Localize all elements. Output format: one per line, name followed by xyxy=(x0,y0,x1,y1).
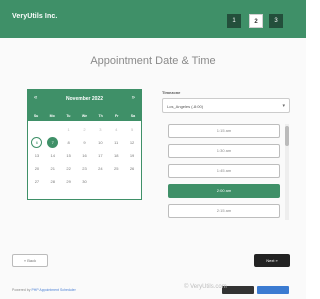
calendar-day-empty xyxy=(47,124,58,135)
footer-credit: Powered by PHP Appointment Scheduler xyxy=(12,288,76,292)
time-slot-scrollbar[interactable] xyxy=(285,124,289,220)
timezone-label: Timezone xyxy=(162,90,181,95)
calendar-days-grid: 1 2 3 4 5 6 7 8 9 10 11 12 13 14 15 16 17 18 19 20 21 22 23 24 2… xyxy=(28,121,141,188)
calendar-day[interactable]: 29 xyxy=(63,176,74,187)
time-slot-button[interactable]: 1:45 am xyxy=(168,164,280,178)
time-slot-button[interactable]: 2:15 am xyxy=(168,204,280,218)
calendar-day[interactable]: 1 xyxy=(63,124,74,135)
chevron-down-icon: ▾ xyxy=(282,103,285,109)
calendar-day[interactable]: 3 xyxy=(95,124,106,135)
calendar-day[interactable]: 22 xyxy=(63,163,74,174)
step-3-indicator[interactable]: 3 xyxy=(269,14,283,28)
calendar-day[interactable]: 9 xyxy=(79,137,90,148)
footer-prefix: Powered by xyxy=(12,288,31,292)
calendar-day[interactable]: 10 xyxy=(95,137,106,148)
time-slot-button[interactable]: 1:30 am xyxy=(168,144,280,158)
footer-badge-blue[interactable] xyxy=(257,286,289,294)
app-logo[interactable]: VeryUtils Inc. xyxy=(12,13,57,20)
calendar-day[interactable]: 12 xyxy=(127,137,138,148)
next-month-icon[interactable]: » xyxy=(132,94,135,102)
calendar-day[interactable]: 30 xyxy=(79,176,90,187)
calendar-day[interactable]: 24 xyxy=(95,163,106,174)
step-2-indicator[interactable]: 2 xyxy=(249,14,263,28)
footer-brand-link[interactable]: PHP Appointment Scheduler xyxy=(31,288,75,292)
date-picker-calendar: « November 2022 » Su Mo Tu We Th Fr Sa 1… xyxy=(27,89,142,200)
calendar-day[interactable]: 7 xyxy=(47,137,59,148)
calendar-day[interactable]: 8 xyxy=(63,137,74,148)
weekday-label: Su xyxy=(33,113,39,118)
page-title: Appointment Date & Time xyxy=(90,55,216,67)
calendar-day[interactable]: 21 xyxy=(47,163,58,174)
calendar-day[interactable]: 14 xyxy=(47,150,58,161)
header-bar: VeryUtils Inc. 1 2 3 xyxy=(0,0,306,38)
time-slot-button[interactable]: 2:00 am xyxy=(168,184,280,198)
calendar-day[interactable]: 5 xyxy=(127,124,138,135)
weekday-label: Sa xyxy=(130,113,136,118)
weekday-label: Fr xyxy=(115,113,119,118)
calendar-day[interactable]: 27 xyxy=(31,176,42,187)
timezone-select[interactable]: Los_Angeles (-8:00) ▾ xyxy=(162,98,290,113)
booking-page: VeryUtils Inc. 1 2 3 Appointment Date & … xyxy=(0,0,306,299)
calendar-day[interactable]: 13 xyxy=(31,150,42,161)
watermark: © VeryUtils.com xyxy=(184,284,227,290)
time-slot-button[interactable]: 1:15 am xyxy=(168,124,280,138)
timezone-value: Los_Angeles (-8:00) xyxy=(167,104,204,109)
step-1-indicator[interactable]: 1 xyxy=(227,14,241,28)
scrollbar-thumb[interactable] xyxy=(285,126,289,146)
calendar-day[interactable]: 16 xyxy=(79,150,90,161)
calendar-day[interactable]: 20 xyxy=(31,163,42,174)
calendar-day-empty xyxy=(31,124,42,135)
weekday-label: We xyxy=(81,113,88,118)
weekday-label: Tu xyxy=(66,113,71,118)
weekday-label: Mo xyxy=(49,113,55,118)
next-button[interactable]: Next » xyxy=(254,254,290,267)
calendar-day[interactable]: 19 xyxy=(127,150,138,161)
calendar-day[interactable]: 11 xyxy=(111,137,122,148)
weekday-header-row: Su Mo Tu We Th Fr Sa xyxy=(28,110,141,121)
calendar-day[interactable]: 26 xyxy=(127,163,138,174)
calendar-day[interactable]: 28 xyxy=(47,176,58,187)
calendar-header: « November 2022 » xyxy=(28,90,141,110)
calendar-day[interactable]: 23 xyxy=(79,163,90,174)
calendar-day[interactable]: 15 xyxy=(63,150,74,161)
calendar-day[interactable]: 2 xyxy=(79,124,90,135)
calendar-day[interactable]: 17 xyxy=(95,150,106,161)
calendar-day[interactable]: 6 xyxy=(31,137,43,148)
back-button[interactable]: « Back xyxy=(12,254,48,267)
calendar-day[interactable]: 18 xyxy=(111,150,122,161)
calendar-day[interactable]: 4 xyxy=(111,124,122,135)
weekday-label: Th xyxy=(98,113,103,118)
calendar-month-label: November 2022 xyxy=(66,96,103,102)
time-slot-list: 1:15 am 1:30 am 1:45 am 2:00 am 2:15 am xyxy=(168,124,280,220)
calendar-day[interactable]: 25 xyxy=(111,163,122,174)
